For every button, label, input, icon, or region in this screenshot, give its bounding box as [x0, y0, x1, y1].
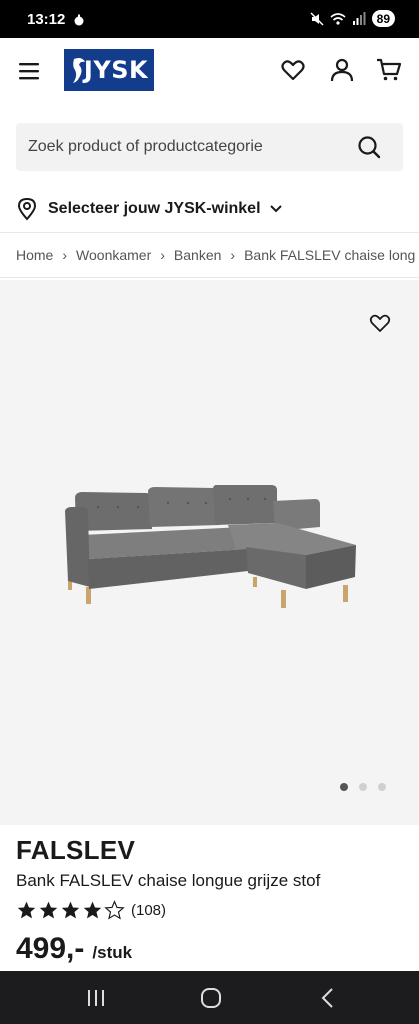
search-bar	[16, 123, 403, 171]
star-filled-icon	[17, 901, 36, 919]
gallery-dot-1[interactable]	[340, 783, 348, 791]
price-amount: 499,-	[16, 932, 85, 965]
status-bar: 13:12 89	[0, 0, 419, 38]
breadcrumb-current: Bank FALSLEV chaise long	[244, 247, 416, 263]
breadcrumb-woonkamer[interactable]: Woonkamer	[76, 247, 151, 263]
site-header: JYSK	[0, 38, 419, 106]
signal-icon	[352, 11, 366, 25]
battery-level: 89	[376, 11, 390, 26]
status-time: 13:12	[27, 11, 66, 28]
cart-icon[interactable]	[376, 57, 402, 83]
jysk-logo[interactable]: JYSK	[64, 49, 154, 91]
product-price: 499,- /stuk	[16, 932, 132, 966]
price-unit: /stuk	[92, 943, 133, 962]
product-rating[interactable]: (108)	[16, 900, 166, 920]
product-gallery[interactable]	[0, 280, 419, 825]
gallery-pagination	[340, 783, 386, 791]
star-filled-icon	[39, 901, 58, 919]
gallery-dot-3[interactable]	[378, 783, 386, 791]
product-description: Bank FALSLEV chaise longue grijze stof	[16, 871, 321, 890]
system-nav-bar	[0, 971, 419, 1024]
store-selector[interactable]: Selecteer jouw JYSK-winkel	[16, 196, 283, 222]
bird-icon	[73, 58, 85, 83]
product-image-sofa	[65, 485, 356, 608]
back-icon[interactable]	[316, 987, 340, 1009]
rating-count: (108)	[131, 901, 167, 919]
recent-apps-icon[interactable]	[84, 987, 108, 1009]
search-input[interactable]	[16, 123, 346, 171]
breadcrumb: Home › Woonkamer › Banken › Bank FALSLEV…	[0, 232, 419, 278]
breadcrumb-separator-icon: ›	[160, 247, 165, 263]
breadcrumb-home[interactable]: Home	[16, 247, 53, 263]
breadcrumb-banken[interactable]: Banken	[174, 247, 221, 263]
logo-text: JYSK	[83, 56, 149, 84]
account-icon[interactable]	[329, 57, 355, 83]
rating-stars	[16, 900, 125, 920]
search-icon[interactable]	[357, 135, 381, 159]
location-pin-icon	[17, 197, 37, 221]
notification-icon	[74, 14, 84, 26]
wishlist-heart-icon[interactable]	[280, 57, 306, 83]
star-filled-icon	[61, 901, 80, 919]
chevron-down-icon	[269, 205, 282, 213]
mute-icon	[310, 11, 324, 26]
product-name: FALSLEV	[16, 835, 136, 865]
breadcrumb-separator-icon: ›	[230, 247, 236, 263]
wifi-icon	[330, 12, 346, 25]
star-empty-icon	[104, 900, 125, 920]
store-selector-label: Selecteer jouw JYSK-winkel	[48, 200, 261, 217]
add-to-wishlist-heart-icon[interactable]	[369, 312, 391, 334]
home-icon[interactable]	[199, 987, 223, 1009]
status-icons: 89	[310, 10, 395, 27]
gallery-dot-2[interactable]	[359, 783, 367, 791]
battery-indicator: 89	[371, 10, 395, 27]
menu-icon[interactable]	[18, 60, 40, 82]
breadcrumb-separator-icon: ›	[62, 247, 68, 263]
star-filled-icon	[83, 901, 102, 919]
